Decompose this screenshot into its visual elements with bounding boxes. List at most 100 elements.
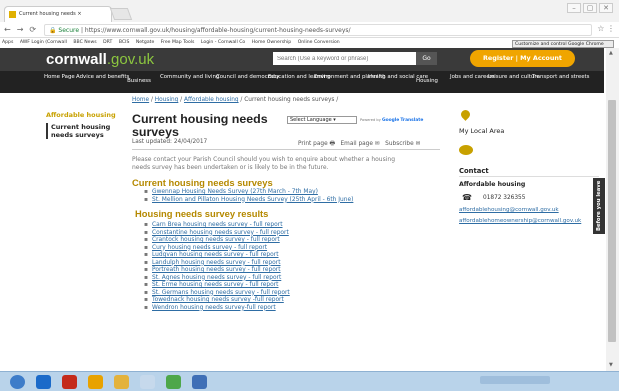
list-item[interactable]: St. Mellion and Pillaton Housing Needs S… [144,197,353,205]
explorer-icon[interactable] [114,375,129,389]
site-search-input[interactable] [273,52,416,65]
google-brand: Google [382,118,400,123]
menu-item-health[interactable]: Health and social care [368,74,428,81]
before-you-leave-tab[interactable]: Before you leave [593,178,605,234]
site-header: cornwall.gov.uk Go Register | My Account [0,48,604,71]
menu-item-council[interactable]: Council and democracy [216,74,279,81]
list-item[interactable]: St. Germans housing needs survey - full … [144,290,290,298]
contact-email-1[interactable]: affordablehousing@cornwall.gov.uk [459,207,559,213]
list-item[interactable]: Crantock housing needs survey - full rep… [144,237,290,245]
list-item[interactable]: Wendron housing needs survey-full report [144,305,290,313]
breadcrumb-housing[interactable]: Housing [155,97,179,103]
lock-icon: 🔒 [49,27,57,34]
list-item[interactable]: Landulph housing needs survey - full rep… [144,260,290,268]
menu-item-advice[interactable]: Advice and benefits [76,74,129,81]
address-bar-row: ← → ⟳ 🔒 Secure | https://www.cornwall.go… [0,22,619,38]
list-item[interactable]: Gwennap Housing Needs Survey (27th March… [144,189,353,197]
start-icon[interactable] [10,375,25,389]
scroll-down-icon[interactable]: ▼ [609,362,613,368]
bookmark-item[interactable]: Netgate [136,40,154,45]
bookmark-item[interactable]: Login - Cornwall Co [201,40,245,45]
bookmark-item[interactable]: Apps [2,40,13,45]
tray-area [480,376,550,384]
minimize-icon[interactable]: – [567,3,581,13]
list-item[interactable]: Ludgvan housing needs survey - full repo… [144,252,290,260]
chrome-menu-tooltip: Customize and control Google Chrome [512,40,614,48]
list-item[interactable]: Constantine housing needs survey - full … [144,230,290,238]
list-item[interactable]: St. Erme housing needs survey - full rep… [144,282,290,290]
menu-item-environment[interactable]: Environment and planning [314,74,385,81]
phone-icon: ☎ [462,193,472,202]
app-icon[interactable] [140,375,155,389]
menu-dots-icon[interactable]: ☆ ⋮ [597,24,615,33]
reload-icon[interactable]: ⟳ [29,25,36,34]
word-icon[interactable] [192,375,207,389]
favicon-icon [9,11,16,18]
breadcrumb: Home / Housing / Affordable housing / Cu… [132,97,339,103]
scrollbar-thumb[interactable] [608,100,616,342]
main-menu: Home Page Advice and benefits Business C… [0,71,604,93]
menu-item-housing[interactable]: Housing [412,78,442,85]
list-item[interactable]: St. Agnes housing needs survey - full re… [144,275,290,283]
browser-titlebar: Current housing needs × – ▢ ✕ [0,0,619,22]
page-title: Current housing needs surveys [132,112,268,139]
secure-label: Secure [58,27,80,34]
current-surveys-list: Gwennap Housing Needs Survey (27th March… [144,189,353,204]
list-item[interactable]: Portreath housing needs survey - full re… [144,267,290,275]
translate-link[interactable]: Translate [400,118,423,123]
contact-department: Affordable housing [459,181,526,188]
menu-item-business[interactable]: Business [124,78,154,85]
close-icon[interactable]: ✕ [599,3,613,13]
list-item[interactable]: Cury housing needs survey - full report [144,245,290,253]
ie-icon[interactable] [36,375,51,389]
list-item[interactable]: Carn Brea housing needs survey - full re… [144,222,290,230]
bookmark-item[interactable]: Home Ownership [252,40,292,45]
map-pin-icon [459,108,472,121]
bookmark-item[interactable]: BCIS [119,40,130,45]
contact-phone: 01872 326355 [483,195,526,201]
breadcrumb-affordable[interactable]: Affordable housing [184,97,239,103]
menu-item-jobs[interactable]: Jobs and careers [450,74,495,81]
menu-item-home[interactable]: Home Page [44,74,75,81]
email-page-link[interactable]: Email page [341,141,373,147]
page-tools: Print page 🖶 Email page ✉ Subscribe ✉ [298,139,420,149]
menu-item-transport[interactable]: Transport and streets [532,74,589,81]
site-logo[interactable]: cornwall.gov.uk [46,51,154,68]
nav-buttons: ← → ⟳ [4,25,36,34]
language-select[interactable]: Select Language ▾ [287,116,357,124]
contact-heading: Contact [459,167,489,175]
os-taskbar [0,371,619,391]
chrome-icon[interactable] [166,375,181,389]
left-nav-current[interactable]: Current housing needs surveys [46,123,116,139]
my-local-area-link[interactable]: My Local Area [459,127,504,135]
powered-prefix: Powered by [360,118,381,122]
contact-divider [459,176,599,177]
current-surveys-heading: Current housing needs surveys [132,177,273,188]
pdf-icon[interactable] [62,375,77,389]
bookmark-item[interactable]: DRT [103,40,112,45]
subscribe-link[interactable]: Subscribe [385,141,413,147]
left-nav-title[interactable]: Affordable housing [46,111,116,119]
logo-tld: .gov.uk [106,51,155,68]
bookmark-item[interactable]: Online Conversion [298,40,340,45]
scroll-up-icon[interactable]: ▲ [609,50,613,56]
back-icon[interactable]: ← [4,25,11,34]
print-page-link[interactable]: Print page [298,141,328,147]
url-field[interactable]: 🔒 Secure | https://www.cornwall.gov.uk/h… [44,24,592,36]
bookmark-item[interactable]: AWF Login (Cornwall [20,40,67,45]
menu-item-community[interactable]: Community and living [160,74,219,81]
speech-bubble-icon [459,145,473,155]
browser-tab[interactable]: Current housing needs × [4,6,112,22]
breadcrumb-home[interactable]: Home [132,97,149,103]
new-tab-button[interactable] [109,8,133,20]
list-item[interactable]: Towednack housing needs survey -full rep… [144,297,290,305]
bookmark-item[interactable]: Free Map Tools [161,40,195,45]
bookmark-item[interactable]: BBC News [73,40,96,45]
menu-item-leisure[interactable]: Leisure and culture [488,74,540,81]
folder-icon[interactable] [88,375,103,389]
maximize-icon[interactable]: ▢ [583,3,597,13]
search-go-button[interactable]: Go [416,52,437,65]
contact-email-2[interactable]: affordablehomeownership@cornwall.gov.uk [459,218,581,224]
forward-icon[interactable]: → [17,25,24,34]
register-account-button[interactable]: Register | My Account [470,50,575,67]
